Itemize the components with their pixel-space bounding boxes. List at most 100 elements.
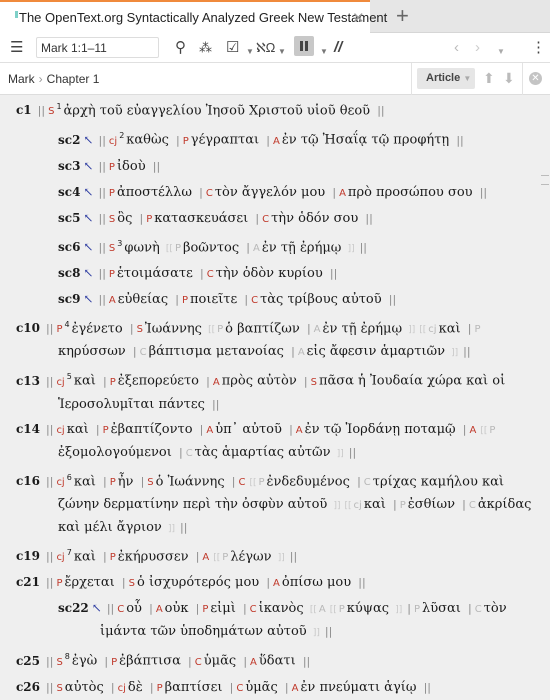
close-panel-icon[interactable]: ✕	[529, 72, 542, 85]
greek-text[interactable]: δὲ	[128, 680, 143, 695]
greek-text[interactable]: ἐν τῇ ἐρήμῳ	[323, 321, 403, 336]
greek-text[interactable]: ἐνδεδυμένος	[267, 474, 350, 489]
greek-text[interactable]: ἐγὼ	[72, 654, 97, 669]
greek-text[interactable]: τὴν ὁδόν σου	[271, 211, 358, 226]
greek-text[interactable]: καὶ	[74, 474, 96, 489]
new-tab-button[interactable]: +	[396, 3, 409, 29]
parallel-pane-button[interactable]	[294, 36, 314, 56]
notes-icon[interactable]: ☑	[226, 38, 239, 58]
previous-article-icon[interactable]: ⬆	[483, 70, 495, 87]
greek-text[interactable]: ὃς	[117, 211, 132, 226]
greek-text[interactable]: ἀρχὴ τοῦ εὐαγγελίου Ἰησοῦ Χριστοῦ υἱοῦ θ…	[64, 103, 371, 118]
greek-text[interactable]: ἐκήρυσσεν	[118, 549, 189, 564]
clause-label[interactable]: sc3	[58, 159, 80, 173]
greek-text[interactable]: φωνὴ	[124, 240, 159, 255]
greek-text[interactable]: τὰς τρίβους αὐτοῦ	[260, 292, 382, 307]
greek-text[interactable]: τὴν ὁδὸν κυρίου	[216, 266, 323, 281]
parent-clause-arrow-icon[interactable]: ↖	[83, 133, 93, 147]
greek-text[interactable]: καὶ	[439, 321, 461, 336]
greek-text[interactable]: ἰδοὺ	[117, 159, 146, 174]
greek-text[interactable]: ὑμᾶς	[204, 654, 236, 669]
clause-label[interactable]: c25	[16, 654, 40, 668]
clause-label[interactable]: sc9	[58, 292, 80, 306]
next-article-icon[interactable]: ⬇	[503, 70, 515, 87]
greek-text[interactable]: τὸν	[484, 601, 507, 616]
visual-filters-icon[interactable]: ⁂	[199, 38, 212, 58]
greek-text[interactable]: πᾶσα ἡ Ἰουδαία χώρα καὶ οἱ	[319, 374, 505, 389]
greek-text[interactable]: καὶ	[74, 374, 96, 389]
parent-clause-arrow-icon[interactable]: ↖	[83, 292, 93, 306]
greek-text[interactable]: ἀκρίδας	[478, 497, 532, 512]
clause-label[interactable]: c10	[16, 321, 40, 335]
greek-text[interactable]: πρὸ προσώπου σου	[348, 185, 473, 200]
clause-label[interactable]: sc8	[58, 266, 80, 280]
greek-text[interactable]: πρὸς αὐτὸν	[222, 374, 297, 389]
greek-text[interactable]: ἐβάπτισα	[119, 654, 181, 669]
close-tab-icon[interactable]: ✕	[352, 9, 365, 27]
greek-text[interactable]: ἐσθίων	[408, 497, 455, 512]
clause-label[interactable]: sc6	[58, 240, 80, 254]
greek-text[interactable]: ποιεῖτε	[190, 292, 237, 307]
greek-text[interactable]: αὐτὸς	[65, 680, 104, 695]
greek-text[interactable]: καὶ	[67, 422, 89, 437]
parallel-resources-icon[interactable]: //	[334, 38, 342, 58]
greek-text[interactable]: οὐκ	[165, 601, 189, 616]
greek-text[interactable]: βάπτισμα μετανοίας	[149, 344, 284, 359]
clause-label[interactable]: c19	[16, 549, 40, 563]
greek-text[interactable]: ζώνην δερματίνην περὶ τὴν ὀσφὺν αὐτοῦ	[58, 497, 327, 512]
greek-text[interactable]: ἐν τῇ ἐρήμῳ	[262, 240, 342, 255]
clause-label[interactable]: c21	[16, 575, 40, 589]
breadcrumb-book[interactable]: Mark	[8, 72, 35, 86]
parent-clause-arrow-icon[interactable]: ↖	[83, 240, 93, 254]
reference-input[interactable]	[36, 37, 159, 58]
greek-text[interactable]: ἱμάντα τῶν ὑποδημάτων αὐτοῦ	[100, 624, 307, 639]
chevron-down-icon[interactable]: ▼	[278, 42, 286, 62]
greek-text[interactable]: ὑμᾶς	[245, 680, 277, 695]
parent-clause-arrow-icon[interactable]: ↖	[83, 185, 93, 199]
greek-text[interactable]: βαπτίσει	[165, 680, 223, 695]
more-options-icon[interactable]: ⋮	[531, 38, 546, 58]
parent-clause-arrow-icon[interactable]: ↖	[92, 601, 102, 615]
forward-icon[interactable]: ›	[475, 38, 480, 58]
greek-text[interactable]: εὐθείας	[118, 292, 168, 307]
parent-clause-arrow-icon[interactable]: ↖	[83, 159, 93, 173]
greek-text[interactable]: ἐν τῷ Ἰορδάνῃ ποταμῷ	[305, 422, 456, 437]
greek-text[interactable]: καθὼς	[126, 133, 169, 148]
greek-text[interactable]: ὕδατι	[259, 654, 296, 669]
greek-text[interactable]: ἐξομολογούμενοι	[58, 445, 172, 460]
scroll-thumb[interactable]	[541, 175, 549, 185]
greek-text[interactable]: ὑπ᾽ αὐτοῦ	[215, 422, 282, 437]
greek-text[interactable]: ἐξεπορεύετο	[118, 374, 199, 389]
greek-text[interactable]: τὸν ἄγγελόν μου	[215, 185, 325, 200]
greek-text[interactable]: εἰς ἄφεσιν ἁμαρτιῶν	[307, 344, 445, 359]
greek-text[interactable]: ἱκανὸς	[259, 601, 304, 616]
menu-icon[interactable]: ☰	[10, 38, 23, 58]
clause-label[interactable]: c1	[16, 103, 32, 117]
greek-text[interactable]: ἐβαπτίζοντο	[111, 422, 193, 437]
greek-text[interactable]: ὁ ἰσχυρότερός μου	[137, 575, 259, 590]
clause-label[interactable]: sc5	[58, 211, 80, 225]
greek-text[interactable]: ἐν τῷ Ἠσαΐᾳ τῷ προφήτῃ	[282, 133, 449, 148]
greek-text[interactable]: ἐγένετο	[72, 321, 123, 336]
back-icon[interactable]: ‹	[454, 38, 459, 58]
article-dropdown[interactable]: Article ▼	[417, 68, 475, 89]
greek-text[interactable]: ὁ Ἰωάννης	[156, 474, 225, 489]
search-icon[interactable]: ⚲	[175, 38, 186, 58]
parent-clause-arrow-icon[interactable]: ↖	[83, 211, 93, 225]
clause-label[interactable]: c14	[16, 422, 40, 436]
greek-text[interactable]: τρίχας καμήλου καὶ	[373, 474, 504, 489]
tab-greek-nt[interactable]: The OpenText.org Syntactically Analyzed …	[0, 0, 387, 33]
chevron-down-icon[interactable]: ▼	[246, 42, 254, 62]
history-dropdown-icon[interactable]: ▼	[497, 42, 505, 62]
greek-text[interactable]: εἰμὶ	[210, 601, 235, 616]
greek-text[interactable]: καὶ μέλι ἄγριον	[58, 520, 162, 535]
greek-text[interactable]: οὗ	[126, 601, 142, 616]
greek-text[interactable]: ὀπίσω μου	[282, 575, 351, 590]
greek-text[interactable]: ἀποστέλλω	[117, 185, 192, 200]
greek-text[interactable]: λῦσαι	[422, 601, 461, 616]
chevron-down-icon[interactable]: ▼	[320, 42, 328, 62]
greek-text[interactable]: Ἱεροσολυμῖται πάντες	[58, 397, 205, 412]
greek-text[interactable]: ἐν πνεύματι ἁγίῳ	[300, 680, 416, 695]
greek-text[interactable]: ἦν	[118, 474, 134, 489]
greek-text[interactable]: κηρύσσων	[58, 344, 126, 359]
